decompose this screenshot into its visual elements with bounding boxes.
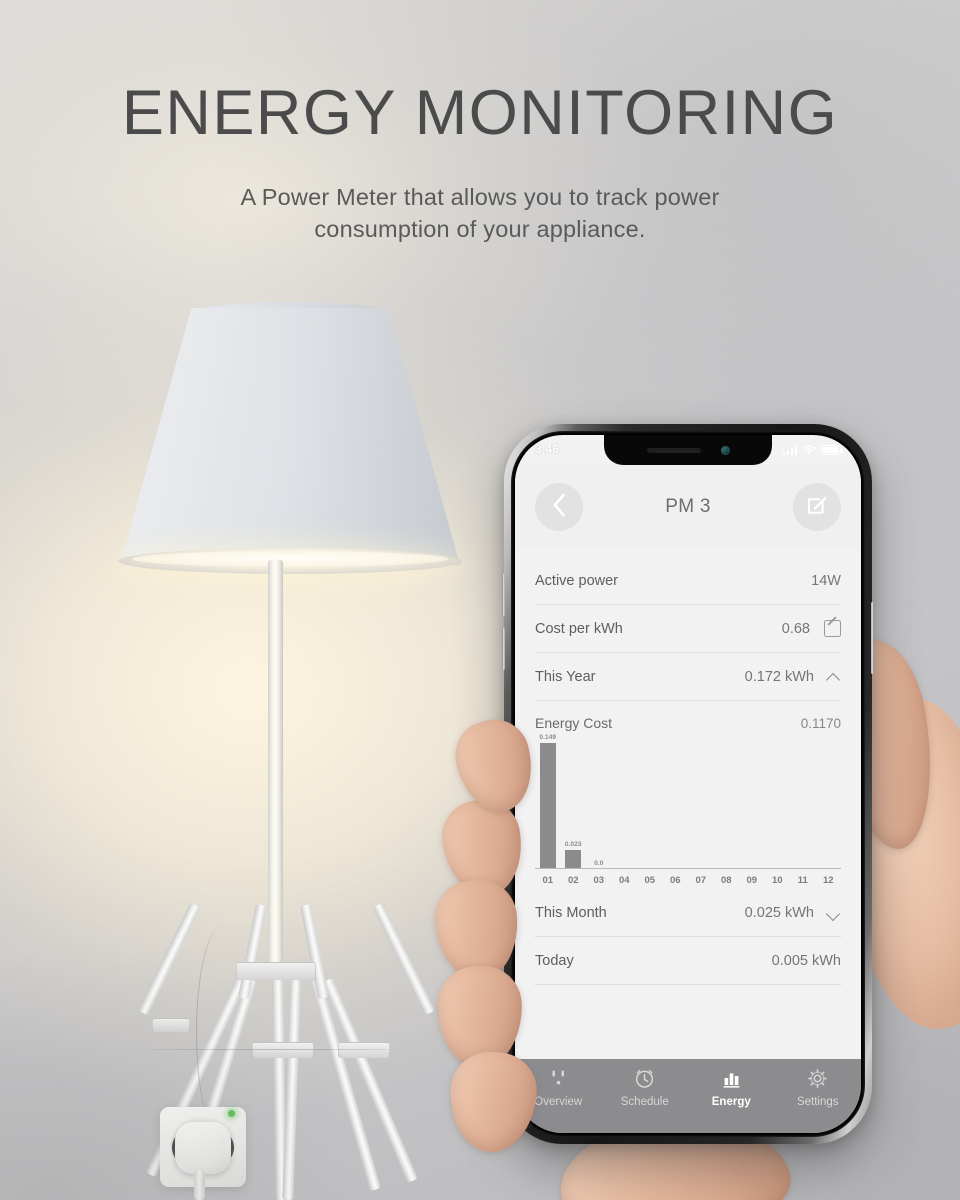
phone-bezel: 3:46 PM 3 Active power 14W Cost per kWh …	[511, 431, 865, 1137]
row-value: 0.005 kWh	[771, 952, 841, 969]
app-navigation-bar: PM 3	[515, 465, 861, 549]
chart-bar-value-label: 0.149	[539, 734, 557, 741]
chart-x-tick: 04	[618, 874, 630, 886]
tab-schedule[interactable]: Schedule	[602, 1068, 689, 1108]
hero-subtitle-line-2: consumption of your appliance.	[314, 216, 646, 243]
row-value: 0.025 kWh	[744, 904, 814, 921]
chart-bar-column	[739, 743, 765, 869]
chart-bar-column: 0.023	[561, 743, 587, 869]
chart-x-axis	[535, 868, 841, 869]
chart-total-value: 0.1170	[800, 715, 841, 731]
row-active-power[interactable]: Active power 14W	[535, 557, 841, 605]
energy-cost-chart: Energy Cost 0.1170 0.149 0.023 0.0 01 02 03 0…	[535, 701, 841, 889]
chart-x-tick: 01	[542, 874, 554, 886]
row-cost-per-kwh[interactable]: Cost per kWh 0.68	[535, 605, 841, 653]
edit-pencil-icon	[806, 493, 829, 521]
wifi-icon	[802, 444, 816, 456]
energy-panel: Active power 14W Cost per kWh 0.68 This …	[515, 549, 861, 1059]
chart-bar-column	[765, 743, 791, 869]
row-today[interactable]: Today 0.005 kWh	[535, 937, 841, 985]
row-label: This Month	[535, 904, 607, 921]
signal-bars-icon	[782, 445, 797, 455]
chart-x-tick: 03	[593, 874, 605, 886]
tab-energy[interactable]: Energy	[688, 1068, 775, 1108]
chart-header: Energy Cost 0.1170	[535, 707, 841, 733]
edit-cost-icon[interactable]	[824, 620, 841, 637]
row-value: 0.172 kWh	[744, 668, 814, 685]
chart-x-tick-labels: 01 02 03 04 05 06 07 08 09 10 11 12	[535, 871, 841, 889]
tab-overview[interactable]: Overview	[515, 1068, 602, 1108]
chart-bar-value-label: 0.0	[594, 860, 604, 867]
hero-section: ENERGY MONITORING A Power Meter that all…	[0, 0, 960, 246]
row-label: Active power	[535, 572, 619, 589]
tab-label: Overview	[534, 1096, 583, 1108]
chart-x-tick: 09	[746, 874, 758, 886]
chart-bar-column: 0.149	[535, 734, 561, 869]
chevron-up-icon[interactable]	[826, 669, 841, 684]
row-this-year[interactable]: This Year 0.172 kWh	[535, 653, 841, 701]
status-bar-indicators	[782, 444, 843, 456]
chart-title: Energy Cost	[535, 715, 613, 731]
row-value: 14W	[811, 572, 841, 589]
clock-icon	[634, 1068, 655, 1089]
chart-x-tick: 05	[644, 874, 656, 886]
tab-label: Settings	[796, 1096, 839, 1108]
chart-bar-column	[714, 743, 740, 869]
tab-label: Schedule	[620, 1096, 669, 1108]
chart-bar-column	[637, 743, 663, 869]
row-label: Today	[535, 952, 574, 969]
power-socket-icon	[548, 1068, 569, 1089]
row-label: Cost per kWh	[535, 620, 623, 637]
chart-bars: 0.149 0.023 0.0	[535, 734, 842, 869]
chart-bar-column	[790, 743, 816, 869]
smartphone-device: 3:46 PM 3 Active power 14W Cost per kWh …	[502, 424, 874, 1144]
battery-icon	[821, 445, 843, 455]
status-bar: 3:46	[515, 435, 861, 465]
chart-x-tick: 12	[822, 874, 834, 886]
row-value: 0.68	[781, 620, 810, 637]
chevron-left-icon	[552, 493, 567, 522]
chart-bar	[565, 850, 582, 869]
status-bar-time: 3:46	[535, 444, 559, 456]
tab-label: Energy	[711, 1096, 751, 1108]
chart-x-tick: 06	[669, 874, 681, 886]
hero-subtitle-line-1: A Power Meter that allows you to track p…	[240, 184, 720, 210]
chart-bar-value-label: 0.023	[564, 841, 582, 848]
tab-settings[interactable]: Settings	[775, 1068, 862, 1108]
phone-screen: 3:46 PM 3 Active power 14W Cost per kWh …	[515, 435, 861, 1133]
chart-bar-column	[816, 743, 842, 869]
power-button[interactable]	[871, 602, 874, 674]
chart-x-tick: 07	[695, 874, 707, 886]
chart-plot-area: 0.149 0.023 0.0 01 02 03 04 05 06 07 08 09 10 11 12	[535, 734, 842, 889]
chart-x-tick: 10	[771, 874, 783, 886]
page-header-title: PM 3	[665, 496, 711, 517]
chart-x-tick: 02	[567, 874, 579, 886]
chart-x-tick: 08	[720, 874, 732, 886]
row-label: This Year	[535, 668, 596, 685]
volume-up-button[interactable]	[502, 574, 505, 616]
chevron-down-icon[interactable]	[826, 905, 841, 920]
edit-device-button[interactable]	[793, 483, 841, 531]
chart-bar-column: 0.0	[586, 743, 612, 869]
page-title: ENERGY MONITORING	[121, 78, 839, 148]
bar-chart-icon	[721, 1068, 742, 1089]
chart-x-tick: 11	[797, 874, 808, 886]
chart-bar-column	[612, 743, 638, 869]
chart-bar-column	[688, 743, 714, 869]
bottom-tab-bar: Overview Schedule Energy Settings	[515, 1059, 861, 1133]
chart-bar	[539, 743, 556, 869]
back-button[interactable]	[535, 483, 583, 531]
gear-icon	[807, 1068, 828, 1089]
chart-bar-column	[663, 743, 689, 869]
volume-down-button[interactable]	[502, 628, 505, 670]
row-this-month[interactable]: This Month 0.025 kWh	[535, 889, 841, 937]
